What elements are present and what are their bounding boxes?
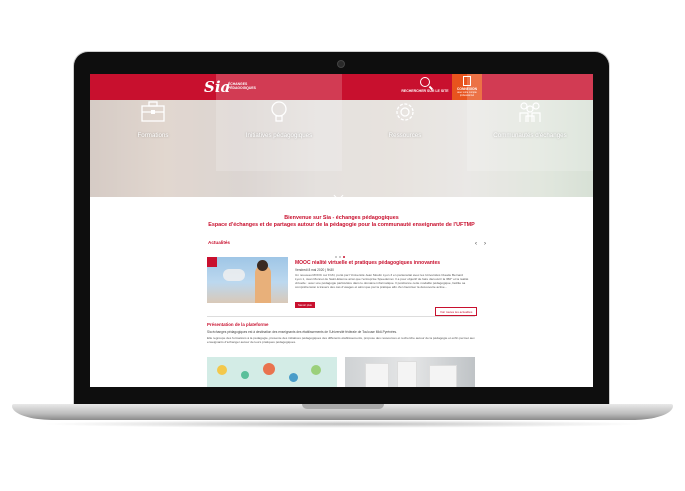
hero-label: Formations [137,132,169,139]
hero-item-ressources[interactable]: Ressources [342,74,468,171]
news-tag [207,257,217,267]
bulb-icon [265,98,293,126]
carousel-prev-button[interactable]: ‹ [475,241,477,247]
carousel-dot-active[interactable] [343,256,345,258]
people-icon [516,98,544,126]
carousel-next-button[interactable]: › [484,241,486,247]
illustration-shape [263,363,275,375]
news-image[interactable] [207,257,288,303]
hero-item-formations[interactable]: Formations [90,74,216,171]
divider [207,316,475,317]
news-section-title: Actualités [208,240,230,245]
laptop-screen: Sia ÉCHANGES PÉDAGOGIQUES RECHERCHER SUR… [90,74,593,387]
welcome-line1: Bienvenue sur Sia - échanges pédagogique… [284,215,399,221]
welcome-line2: Espace d'échanges et de partages autour … [208,222,475,228]
laptop-lid: Sia ÉCHANGES PÉDAGOGIQUES RECHERCHER SUR… [74,52,609,408]
all-news-button[interactable]: Voir toutes les actualités [435,307,478,316]
illustration-shape [289,373,298,382]
camera-icon [337,60,345,68]
carousel-dot[interactable] [335,256,337,258]
gear-icon [391,98,419,126]
laptop-shadow [40,420,645,428]
paper-shape [429,365,457,387]
hero-item-communautes[interactable]: Communautés d'échanges [467,74,593,171]
vr-headset-shape [257,260,268,271]
hero-item-initiatives[interactable]: Initiatives pédagogiques [216,74,342,171]
presentation-title: Présentation de la plateforme [207,322,269,327]
paper-shape [365,363,389,387]
photo-card[interactable] [345,357,475,387]
article-date: Vendredi 8 mai 2020 | 9h30 [295,268,334,272]
cloud-shape [223,269,245,281]
presentation-paragraph: Elle regroupe des formations à la pédago… [207,336,475,345]
illustration-shape [311,365,321,375]
illustration-shape [241,371,249,379]
laptop-notch [302,404,384,409]
briefcase-icon [139,98,167,126]
article-excerpt: Un nouveau MOOC sur FUN, porté par l'Uni… [295,273,469,290]
illustration-card[interactable] [207,357,337,387]
paper-shape [397,361,417,387]
carousel-dot[interactable] [339,256,341,258]
carousel-arrows: ‹ › [475,241,493,247]
hero-label: Communautés d'échanges [493,132,567,139]
welcome-banner: Bienvenue sur Sia - échanges pédagogique… [90,215,593,229]
hero-label: Ressources [388,132,422,139]
read-more-button[interactable]: Savoir plus [295,302,315,308]
illustration-shape [217,365,227,375]
hero-label: Initiatives pédagogiques [245,132,313,139]
article-title[interactable]: MOOC réalité virtuelle et pratiques péda… [295,260,440,266]
presentation-paragraph: Sia échanges pédagogiques est à destinat… [207,330,397,334]
